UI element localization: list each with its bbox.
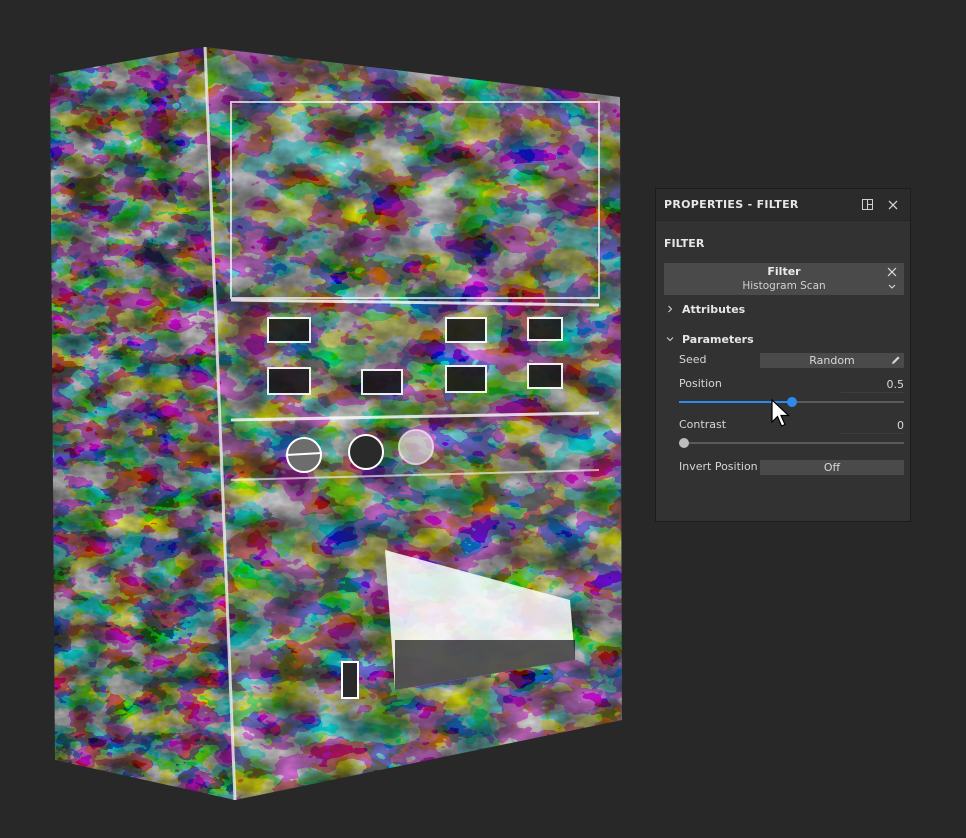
filter-label: Filter	[767, 265, 801, 278]
group-parameters-label: Parameters	[682, 332, 754, 346]
pencil-icon[interactable]	[890, 355, 901, 366]
group-attributes-label: Attributes	[682, 302, 746, 316]
section-title-filter: FILTER	[664, 237, 705, 250]
contrast-slider[interactable]	[679, 438, 904, 448]
panel-header: PROPERTIES - FILTER	[656, 189, 910, 221]
invert-position-label: Invert Position	[679, 460, 758, 473]
slider-track	[679, 442, 904, 444]
chevron-down-icon	[664, 333, 676, 345]
contrast-label: Contrast	[679, 418, 727, 431]
panel-title: PROPERTIES - FILTER	[664, 198, 799, 211]
dock-icon[interactable]	[858, 196, 876, 214]
chevron-right-icon	[664, 303, 676, 315]
seed-button[interactable]: Random	[760, 353, 904, 368]
invert-position-toggle[interactable]: Off	[760, 460, 904, 475]
group-attributes[interactable]: Attributes	[664, 301, 745, 317]
position-slider[interactable]	[679, 397, 904, 407]
position-label: Position	[679, 377, 722, 390]
contrast-value[interactable]: 0	[841, 419, 904, 434]
filter-value: Histogram Scan	[742, 280, 826, 292]
mouse-cursor-icon	[771, 399, 791, 427]
seed-label: Seed	[679, 353, 707, 366]
seed-value: Random	[809, 354, 855, 367]
filter-selector[interactable]: Filter Histogram Scan	[664, 263, 904, 295]
properties-panel: PROPERTIES - FILTER FILTER Filter Histog…	[655, 188, 911, 522]
remove-filter-icon[interactable]	[886, 266, 898, 278]
slider-thumb[interactable]	[679, 438, 689, 448]
chevron-down-icon[interactable]	[886, 282, 898, 292]
group-parameters[interactable]: Parameters	[664, 331, 754, 347]
close-icon[interactable]	[884, 196, 902, 214]
position-value[interactable]: 0.5	[841, 378, 904, 393]
